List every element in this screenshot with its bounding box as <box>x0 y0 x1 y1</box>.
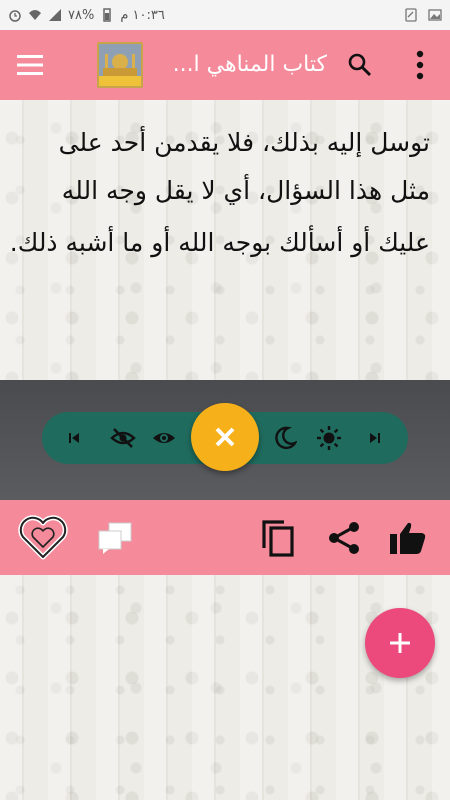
status-left: ١٠:٣٦ م %٧٨ <box>8 8 165 23</box>
image-icon <box>428 9 442 21</box>
more-options-button[interactable] <box>400 45 440 85</box>
reader-line: توسل إليه بذلك، فلا يقدمن أحد على <box>58 128 430 157</box>
share-icon <box>329 522 359 554</box>
favorite-button[interactable] <box>16 513 70 563</box>
previous-icon <box>69 433 79 443</box>
more-vert-icon <box>416 50 424 80</box>
copy-button[interactable] <box>253 513 303 563</box>
visibility-icon <box>153 433 175 443</box>
status-right <box>404 8 442 22</box>
alarm-icon <box>9 10 21 22</box>
status-bar: ١٠:٣٦ م %٧٨ <box>0 0 450 30</box>
night-mode-icon <box>275 426 297 450</box>
previous-button[interactable] <box>54 412 94 464</box>
app-title: كتاب المناهي ا... <box>172 52 327 77</box>
status-time: ١٠:٣٦ م <box>120 7 165 23</box>
thumbs-up-icon <box>390 522 426 554</box>
copy-icon <box>262 520 294 557</box>
app-logo <box>97 42 143 88</box>
next-icon <box>370 433 380 443</box>
favorite-heart-icon <box>18 515 68 560</box>
reader-content: توسل إليه بذلك، فلا يقدمن أحد على مثل هذ… <box>0 100 450 380</box>
hide-button[interactable] <box>103 412 143 464</box>
visibility-off-icon <box>110 428 136 448</box>
share-button[interactable] <box>319 513 369 563</box>
search-button[interactable] <box>340 45 380 85</box>
close-icon <box>215 427 235 447</box>
next-button[interactable] <box>355 412 395 464</box>
comments-button[interactable] <box>90 513 140 563</box>
wifi-icon <box>29 10 41 20</box>
battery-icon <box>103 8 112 22</box>
brightness-icon <box>317 426 341 450</box>
comments-icon <box>98 522 132 554</box>
menu-button[interactable] <box>10 45 50 85</box>
app-bar: كتاب المناهي ا... <box>0 30 450 100</box>
like-button[interactable] <box>383 513 433 563</box>
night-mode-button[interactable] <box>265 412 305 464</box>
close-controls-button[interactable] <box>191 403 259 471</box>
reader-line: مثل هذا السؤال، أي لا يقل وجه الله <box>61 176 430 205</box>
hamburger-menu-icon <box>17 55 43 75</box>
signal-icon <box>49 9 61 21</box>
show-button[interactable] <box>144 412 184 464</box>
mosque-logo-icon <box>99 44 141 86</box>
brightness-button[interactable] <box>309 412 349 464</box>
search-icon <box>348 53 372 77</box>
reader-line: عليك أو أسألك بوجه الله أو ما أشبه ذلك. <box>9 228 430 257</box>
notification-icon <box>405 8 417 22</box>
battery-percent: %٧٨ <box>68 7 95 23</box>
add-fab-button[interactable] <box>365 608 435 678</box>
add-icon <box>390 633 410 653</box>
